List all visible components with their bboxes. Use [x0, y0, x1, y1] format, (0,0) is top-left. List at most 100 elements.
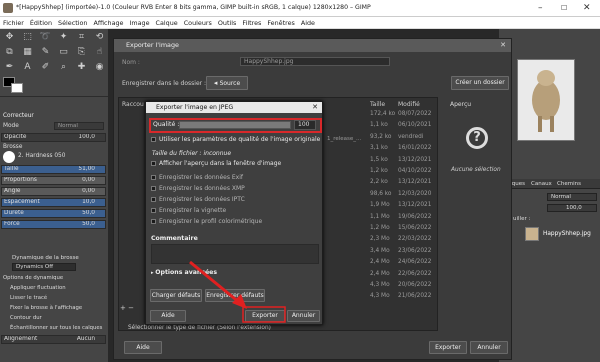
layer-mode-select[interactable]: Normal: [547, 193, 597, 201]
places-header: Raccou: [122, 101, 144, 108]
export-button[interactable]: Exporter: [429, 341, 467, 354]
paintbrush-icon[interactable]: ✎: [38, 46, 53, 59]
export-cancel-button[interactable]: Annuler: [470, 341, 508, 354]
angle-slider[interactable]: Angle 0,00: [1, 187, 106, 196]
folder-button[interactable]: ◂ Source: [206, 76, 248, 90]
menu-windows[interactable]: Fenêtres: [264, 19, 298, 27]
layer-opacity-slider[interactable]: 100,0: [547, 204, 597, 212]
hard-edge-checkbox[interactable]: Contour dur: [10, 315, 42, 321]
advanced-options-toggle[interactable]: ▸ Options avancées: [151, 269, 217, 276]
save-thumbnail-checkbox[interactable]: Enregistrer la vignette: [151, 207, 226, 214]
menu-layer[interactable]: Calque: [153, 19, 181, 27]
menu-tools[interactable]: Outils: [215, 19, 239, 27]
close-window-button[interactable]: ✕: [583, 3, 591, 13]
lock-brush-checkbox[interactable]: Fixer la brosse à l'affichage: [10, 305, 82, 311]
smudge-icon[interactable]: ☝: [92, 46, 107, 59]
size-column-header[interactable]: Taille: [370, 101, 385, 108]
maximize-button[interactable]: ☐: [561, 4, 567, 12]
menu-bar: Fichier Édition Sélection Affichage Imag…: [0, 17, 600, 29]
apply-jitter-checkbox[interactable]: Appliquer fluctuation: [10, 285, 66, 291]
menu-colors[interactable]: Couleurs: [181, 19, 215, 27]
mode-select[interactable]: Normal: [54, 122, 104, 130]
add-bookmark-button[interactable]: + −: [120, 304, 134, 312]
create-folder-button[interactable]: Créer un dossier: [451, 76, 509, 90]
menu-select[interactable]: Sélection: [55, 19, 90, 27]
comment-textarea[interactable]: [151, 244, 319, 264]
quality-slider[interactable]: [179, 121, 291, 129]
color-picker-icon[interactable]: ✐: [38, 61, 53, 74]
filename-input[interactable]: HappyShhep.jpg: [240, 57, 390, 66]
lasso-icon[interactable]: ➰: [38, 31, 53, 44]
show-preview-checkbox[interactable]: Afficher l'aperçu dans la fenêtre d'imag…: [151, 160, 281, 167]
file-size: 1,2 ko: [370, 168, 388, 174]
gradient-icon[interactable]: ▦: [20, 46, 35, 59]
jpeg-dialog-close-icon[interactable]: ✕: [312, 103, 318, 111]
export-dialog-close-icon[interactable]: ✕: [500, 41, 506, 49]
menu-help[interactable]: Aide: [298, 19, 318, 27]
layer-name[interactable]: HappyShhep.jpg: [543, 231, 591, 237]
aspect-ratio-slider[interactable]: Proportions 0,00: [1, 176, 106, 185]
jpeg-export-button[interactable]: Exporter: [245, 310, 285, 322]
text-icon[interactable]: A: [20, 61, 35, 74]
zoom-icon[interactable]: ⌕: [56, 61, 71, 74]
spacing-slider[interactable]: Espacement 10,0: [1, 198, 106, 207]
file-date: 06/10/2021: [398, 122, 432, 129]
save-xmp-checkbox[interactable]: Enregistrer les données XMP: [151, 185, 245, 192]
menu-edit[interactable]: Édition: [27, 19, 55, 27]
file-date: 23/06/2022: [398, 247, 432, 254]
file-size: 2,4 Mo: [370, 259, 390, 266]
menu-filters[interactable]: Filtres: [239, 19, 264, 27]
save-iptc-checkbox[interactable]: Enregistrer les données IPTC: [151, 196, 245, 203]
file-date: 20/06/2022: [398, 282, 432, 288]
alignment-select[interactable]: Alignement Aucun: [1, 335, 106, 344]
modified-column-header[interactable]: Modifié: [398, 101, 420, 108]
foreground-select-icon[interactable]: ◉: [92, 61, 107, 74]
gimp-app-icon: [3, 3, 13, 13]
dynamics-options-toggle[interactable]: Options de dynamique: [3, 275, 63, 281]
quality-spinbox[interactable]: 100: [294, 120, 316, 130]
force-slider[interactable]: Force 50,0: [1, 220, 106, 229]
brush-preview-icon[interactable]: [3, 151, 15, 163]
opacity-slider[interactable]: Opacité 100,0: [1, 133, 106, 142]
use-original-quality-checkbox[interactable]: Utiliser les paramètres de qualité de l'…: [151, 136, 320, 143]
heal-icon[interactable]: ✚: [74, 61, 89, 74]
crop-icon[interactable]: ⌗: [74, 31, 89, 44]
menu-view[interactable]: Affichage: [90, 19, 126, 27]
jpeg-dialog-title: Exporter l'image en JPEG: [146, 102, 322, 113]
load-defaults-button[interactable]: Charger défauts: [150, 289, 202, 302]
menu-image[interactable]: Image: [127, 19, 153, 27]
move-tool-icon[interactable]: ✥: [2, 31, 17, 44]
unified-transform-icon[interactable]: ⧉: [2, 46, 17, 59]
tab-paths[interactable]: Chemins: [557, 179, 581, 189]
sheep-photo-icon: [518, 60, 574, 140]
minimize-button[interactable]: –: [538, 3, 543, 13]
file-date: 15/06/2022: [398, 225, 432, 231]
save-color-profile-checkbox[interactable]: Enregistrer le profil colorimétrique: [151, 218, 262, 225]
help-circle-icon: ?: [466, 127, 488, 149]
fuzzy-select-icon[interactable]: ✦: [56, 31, 71, 44]
file-type-toggle[interactable]: Sélectionner le type de fichier (Selon l…: [128, 325, 271, 331]
no-selection-text: Aucune sélection: [451, 167, 501, 173]
color-swatches[interactable]: [3, 77, 25, 93]
dynamics-select[interactable]: Dynamics Off: [12, 263, 76, 271]
file-date: 08/07/2022: [398, 111, 432, 117]
rect-select-icon[interactable]: ⬚: [20, 31, 35, 44]
save-exif-checkbox[interactable]: Enregistrer les données Exif: [151, 174, 243, 181]
jpeg-cancel-button[interactable]: Annuler: [287, 310, 320, 322]
save-defaults-button[interactable]: Enregistrer défauts: [205, 289, 265, 302]
sample-merged-checkbox[interactable]: Échantillonner sur tous les calques: [10, 325, 102, 331]
layer-thumb[interactable]: [525, 227, 539, 241]
clone-icon[interactable]: ⎘: [74, 46, 89, 59]
warp-icon[interactable]: ⟲: [92, 31, 107, 44]
menu-file[interactable]: Fichier: [0, 19, 27, 27]
folder-label: Enregistrer dans le dossier :: [122, 80, 207, 87]
size-slider[interactable]: Taille 51,00: [1, 165, 106, 174]
export-help-button[interactable]: Aide: [124, 341, 162, 354]
smooth-stroke-checkbox[interactable]: Lisser le tracé: [10, 295, 47, 301]
image-thumbnail[interactable]: [517, 59, 575, 141]
paths-icon[interactable]: ✒: [2, 61, 17, 74]
tab-channels[interactable]: Canaux: [531, 179, 552, 189]
hardness-slider[interactable]: Dureté 50,0: [1, 209, 106, 218]
eraser-icon[interactable]: ▭: [56, 46, 71, 59]
jpeg-help-button[interactable]: Aide: [150, 310, 186, 322]
